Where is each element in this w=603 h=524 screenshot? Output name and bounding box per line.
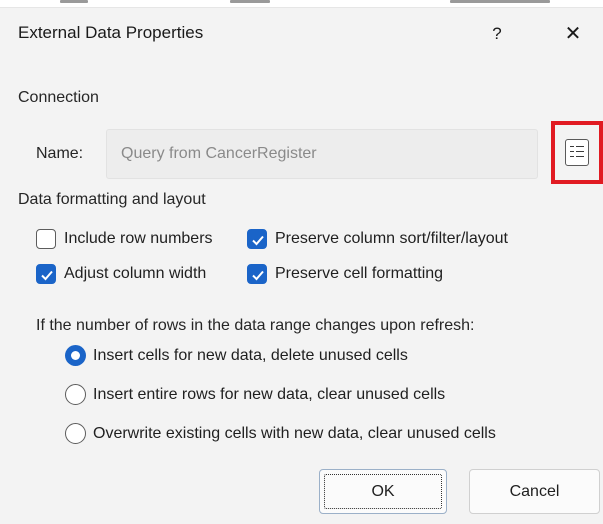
- adjust-column-width-label[interactable]: Adjust column width: [64, 265, 206, 283]
- connection-properties-icon: [565, 139, 589, 166]
- ok-button[interactable]: OK: [319, 469, 447, 514]
- formatting-section-label: Data formatting and layout: [18, 191, 206, 208]
- insert-cells-label[interactable]: Insert cells for new data, delete unused…: [93, 347, 408, 365]
- external-data-properties-dialog: External Data Properties ? ✕ Connection …: [0, 7, 603, 524]
- preserve-cell-formatting-label[interactable]: Preserve cell formatting: [275, 265, 443, 283]
- preserve-column-sort-label[interactable]: Preserve column sort/filter/layout: [275, 230, 508, 248]
- connection-name-field[interactable]: Query from CancerRegister: [106, 129, 538, 179]
- overwrite-cells-radio[interactable]: [65, 423, 86, 444]
- checkmark-icon: [41, 270, 53, 281]
- connection-properties-button[interactable]: [551, 121, 603, 184]
- radio-selected-dot: [71, 351, 80, 360]
- checkmark-icon: [252, 270, 264, 281]
- background-fragment: [230, 0, 270, 3]
- adjust-column-width-checkbox[interactable]: [36, 264, 56, 284]
- background-strip: [0, 0, 603, 7]
- preserve-cell-formatting-checkbox[interactable]: [247, 264, 267, 284]
- title-bar: External Data Properties ? ✕: [0, 8, 603, 60]
- help-button[interactable]: ?: [480, 17, 514, 51]
- focus-rectangle: [324, 474, 442, 509]
- close-icon: ✕: [564, 23, 582, 45]
- overwrite-cells-label[interactable]: Overwrite existing cells with new data, …: [93, 425, 496, 443]
- preserve-column-sort-checkbox[interactable]: [247, 229, 267, 249]
- insert-rows-radio[interactable]: [65, 384, 86, 405]
- insert-cells-radio[interactable]: [65, 345, 86, 366]
- insert-rows-label[interactable]: Insert entire rows for new data, clear u…: [93, 386, 445, 404]
- background-fragment: [450, 0, 550, 3]
- refresh-prompt: If the number of rows in the data range …: [36, 317, 475, 334]
- dialog-title: External Data Properties: [18, 23, 204, 42]
- connection-section-label: Connection: [18, 89, 99, 106]
- include-row-numbers-checkbox[interactable]: [36, 229, 56, 249]
- cancel-button[interactable]: Cancel: [469, 469, 600, 514]
- background-fragment: [60, 0, 88, 3]
- name-label: Name:: [36, 145, 84, 162]
- checkmark-icon: [252, 235, 264, 246]
- include-row-numbers-label[interactable]: Include row numbers: [64, 230, 213, 248]
- connection-name-value: Query from CancerRegister: [121, 145, 317, 162]
- close-button[interactable]: ✕: [556, 17, 590, 51]
- cancel-button-label: Cancel: [509, 483, 560, 500]
